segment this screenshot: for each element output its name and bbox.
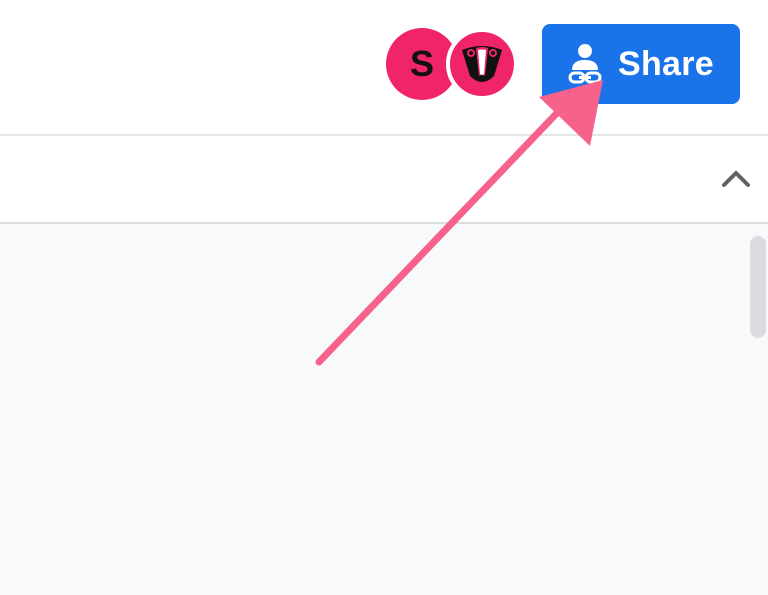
app-window: S Share bbox=[0, 0, 768, 595]
scrollbar-thumb[interactable] bbox=[750, 236, 766, 338]
share-button[interactable]: Share bbox=[542, 24, 740, 104]
badger-icon bbox=[462, 46, 502, 82]
avatar-initial: S bbox=[409, 43, 434, 84]
collapse-button[interactable] bbox=[716, 158, 756, 198]
section-header bbox=[0, 136, 768, 222]
chevron-up-icon bbox=[722, 171, 750, 187]
content-area bbox=[0, 224, 768, 595]
share-button-label: Share bbox=[618, 44, 714, 83]
person-link-icon bbox=[568, 42, 602, 86]
avatar-user-badger[interactable] bbox=[446, 28, 518, 100]
